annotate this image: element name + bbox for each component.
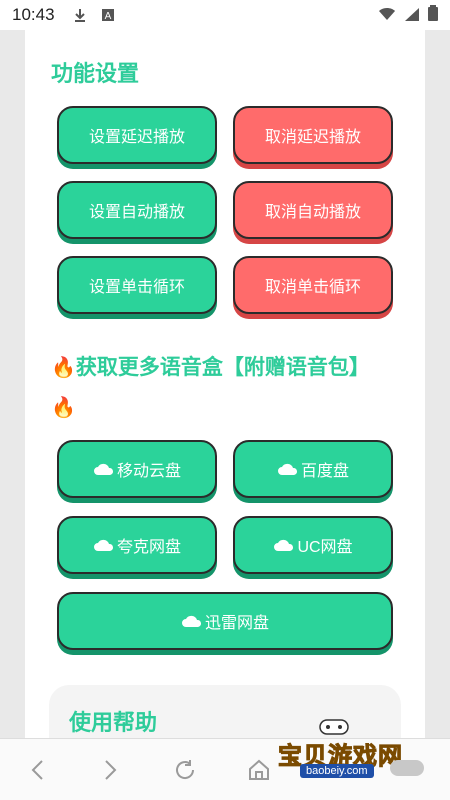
set-click-loop-button[interactable]: 设置单击循环 <box>57 256 217 314</box>
main-card: 功能设置 设置延迟播放 取消延迟播放 设置自动播放 取消自动播放 设置单击循环 … <box>25 30 425 738</box>
uc-pan-label: UC网盘 <box>297 539 353 556</box>
fire-icon: 🔥 <box>51 357 76 379</box>
forward-icon[interactable] <box>74 739 148 800</box>
help-title: 使用帮助 <box>69 710 158 735</box>
set-delay-play-label: 设置延迟播放 <box>88 129 185 146</box>
battery-icon <box>428 5 438 25</box>
cloud-icon <box>181 615 202 627</box>
quark-pan-button[interactable]: 夸克网盘 <box>57 516 217 574</box>
baidu-pan-label: 百度盘 <box>300 463 349 480</box>
cancel-auto-play-label: 取消自动播放 <box>264 204 361 221</box>
quark-pan-label: 夸克网盘 <box>116 539 181 556</box>
uc-pan-button[interactable]: UC网盘 <box>233 516 393 574</box>
cloud-icon <box>93 539 114 551</box>
mobile-cloud-label: 移动云盘 <box>116 463 181 480</box>
cancel-delay-play-label: 取消延迟播放 <box>264 129 361 146</box>
cancel-delay-play-button[interactable]: 取消延迟播放 <box>233 106 393 164</box>
set-auto-play-button[interactable]: 设置自动播放 <box>57 181 217 239</box>
a-box-icon: A <box>101 8 115 22</box>
baidu-pan-button[interactable]: 百度盘 <box>233 440 393 498</box>
settings-title: 功能设置 <box>51 61 140 86</box>
wifi-icon <box>378 6 396 25</box>
gamepad-icon <box>319 719 349 735</box>
mobile-cloud-button[interactable]: 移动云盘 <box>57 440 217 498</box>
refresh-icon[interactable] <box>148 739 222 800</box>
cloud-icon <box>274 539 294 551</box>
back-icon[interactable] <box>0 739 74 800</box>
promo-title-text: 获取更多语音盒【附赠语音包】 <box>75 356 370 379</box>
svg-text:A: A <box>104 11 111 22</box>
download-icon <box>73 8 87 22</box>
set-auto-play-label: 设置自动播放 <box>88 204 185 221</box>
toggle-switch[interactable] <box>390 760 424 776</box>
status-time: 10:43 <box>12 5 55 24</box>
cancel-click-loop-label: 取消单击循环 <box>264 279 361 296</box>
set-click-loop-label: 设置单击循环 <box>88 279 185 296</box>
cancel-click-loop-button[interactable]: 取消单击循环 <box>233 256 393 314</box>
status-bar: 10:43 A <box>0 0 450 30</box>
cancel-auto-play-button[interactable]: 取消自动播放 <box>233 181 393 239</box>
fire-icon: 🔥 <box>51 397 76 419</box>
cloud-icon <box>93 463 114 475</box>
xunlei-pan-button[interactable]: 迅雷网盘 <box>57 592 393 650</box>
promo-title: 🔥获取更多语音盒【附赠语音包】 🔥 <box>51 348 391 428</box>
watermark-url: baobeiy.com <box>300 764 374 778</box>
set-delay-play-button[interactable]: 设置延迟播放 <box>57 106 217 164</box>
cloud-icon <box>277 463 298 475</box>
xunlei-pan-label: 迅雷网盘 <box>204 615 269 632</box>
signal-icon <box>404 6 420 25</box>
page-content: 功能设置 设置延迟播放 取消延迟播放 设置自动播放 取消自动播放 设置单击循环 … <box>0 30 450 738</box>
